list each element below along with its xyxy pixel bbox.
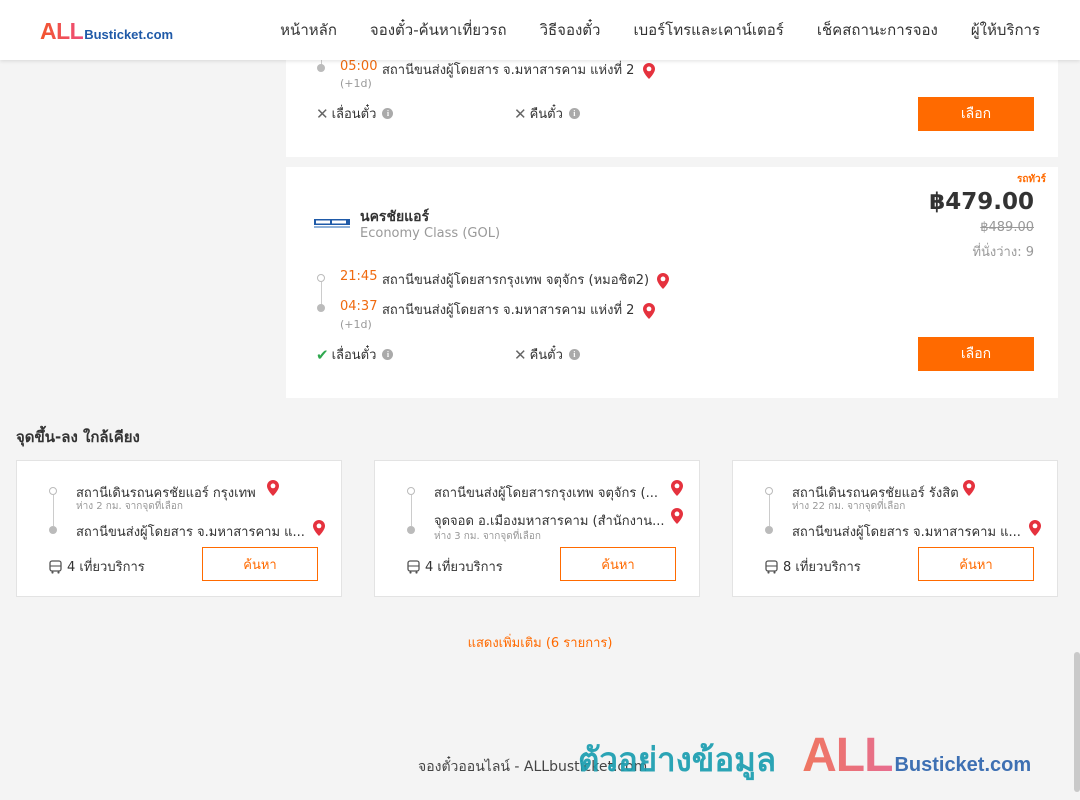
map-pin-icon[interactable] bbox=[671, 508, 683, 524]
nearby-origin-distance: ห่าง 22 กม. จากจุดที่เลือก bbox=[792, 501, 906, 512]
nearby-origin: สถานีขนส่งผู้โดยสารกรุงเทพ จตุจักร (... bbox=[434, 486, 658, 501]
reschedule-label: เลื่อนตั๋ว bbox=[331, 348, 377, 363]
watermark-logo-all: ALL bbox=[802, 729, 893, 782]
top-header: ALL Busticket.com หน้าหลัก จองตั๋ว-ค้นหา… bbox=[0, 0, 1080, 60]
nav-home[interactable]: หน้าหลัก bbox=[280, 18, 337, 42]
price: ฿479.00 bbox=[929, 189, 1034, 215]
arrival-time: 04:37 bbox=[340, 299, 378, 314]
check-icon: ✔ bbox=[316, 345, 329, 364]
nav-book-search[interactable]: จองตั๋ว-ค้นหาเที่ยวรถ bbox=[370, 18, 507, 42]
destination-dot bbox=[49, 526, 57, 534]
nearby-card: สถานีขนส่งผู้โดยสารกรุงเทพ จตุจักร (... … bbox=[374, 460, 700, 597]
timeline-line bbox=[53, 495, 54, 526]
bus-type-badge: รถทัวร์ bbox=[1016, 174, 1046, 185]
page-scrollbar-thumb[interactable] bbox=[1074, 652, 1080, 792]
map-pin-icon[interactable] bbox=[642, 302, 655, 319]
bus-icon bbox=[765, 559, 778, 574]
nearby-destination: สถานีขนส่งผู้โดยสาร จ.มหาสารคาม แ... bbox=[76, 525, 305, 540]
timeline-line bbox=[321, 282, 322, 305]
logo-rest-text: Busticket.com bbox=[84, 27, 174, 42]
trip-count-label: 4 เที่ยวบริการ bbox=[67, 560, 145, 575]
reschedule-option: ✕ เลื่อนตั๋ว i bbox=[316, 103, 394, 124]
info-icon[interactable]: i bbox=[382, 349, 394, 360]
nav-how-to-book[interactable]: วิธีจองตั๋ว bbox=[540, 18, 601, 42]
bus-class: Economy Class (GOL) bbox=[360, 226, 501, 241]
info-icon[interactable]: i bbox=[568, 349, 580, 360]
operator-name: นครชัยแอร์ bbox=[360, 209, 430, 225]
original-price: ฿489.00 bbox=[980, 220, 1034, 235]
bus-icon bbox=[407, 559, 420, 574]
departure-time: 21:45 bbox=[340, 269, 378, 284]
refund-option: ✕ คืนตั๋ว i bbox=[514, 344, 580, 365]
map-pin-icon[interactable] bbox=[267, 480, 279, 496]
arrival-time: 05:00 bbox=[340, 59, 378, 74]
arrival-stop-label: สถานีขนส่งผู้โดยสาร จ.มหาสารคาม แห่งที่ … bbox=[382, 63, 635, 78]
nav-check-booking[interactable]: เช็คสถานะการจอง bbox=[817, 18, 938, 42]
arrival-plus-day: (+1d) bbox=[340, 77, 372, 90]
select-button[interactable]: เลือก bbox=[918, 337, 1034, 371]
arrival-stop-label: สถานีขนส่งผู้โดยสาร จ.มหาสารคาม แห่งที่ … bbox=[382, 303, 635, 318]
destination-dot bbox=[765, 526, 773, 534]
search-button[interactable]: ค้นหา bbox=[202, 547, 318, 581]
show-more-link[interactable]: แสดงเพิ่มเติม (6 รายการ) bbox=[0, 632, 1080, 653]
refund-label: คืนตั๋ว bbox=[529, 107, 563, 122]
cross-icon: ✕ bbox=[316, 104, 329, 123]
trip-count: 4 เที่ยวบริการ bbox=[49, 556, 145, 577]
bus-icon bbox=[49, 559, 62, 574]
map-pin-icon[interactable] bbox=[313, 520, 325, 536]
search-button[interactable]: ค้นหา bbox=[918, 547, 1034, 581]
trip-count: 8 เที่ยวบริการ bbox=[765, 556, 861, 577]
nav-operators[interactable]: ผู้ให้บริการ bbox=[971, 18, 1040, 42]
main-nav: หน้าหลัก จองตั๋ว-ค้นหาเที่ยวรถ วิธีจองตั… bbox=[280, 0, 1040, 60]
origin-dot bbox=[765, 487, 773, 495]
footer-text: จองตั๋วออนไลน์ - ALLbusticket.com bbox=[418, 759, 648, 775]
timeline-line bbox=[411, 495, 412, 526]
nearby-origin-distance: ห่าง 2 กม. จากจุดที่เลือก bbox=[76, 501, 183, 512]
logo-all-text: ALL bbox=[40, 18, 84, 44]
map-pin-icon[interactable] bbox=[642, 62, 655, 79]
nearby-card: สถานีเดินรถนครชัยแอร์ กรุงเทพ ห่าง 2 กม.… bbox=[16, 460, 342, 597]
nearby-destination-distance: ห่าง 3 กม. จากจุดที่เลือก bbox=[434, 531, 541, 542]
origin-dot bbox=[407, 487, 415, 495]
reschedule-option: ✔ เลื่อนตั๋ว i bbox=[316, 344, 394, 365]
map-pin-icon[interactable] bbox=[657, 272, 670, 289]
map-pin-icon[interactable] bbox=[671, 480, 683, 496]
nearby-destination: สถานีขนส่งผู้โดยสาร จ.มหาสารคาม แ... bbox=[792, 525, 1021, 540]
arrival-plus-day: (+1d) bbox=[340, 318, 372, 331]
nearby-destination: จุดจอด อ.เมืองมหาสารคาม (สำนักงาน... bbox=[434, 514, 665, 529]
trip-count-label: 4 เที่ยวบริการ bbox=[425, 560, 503, 575]
origin-dot bbox=[49, 487, 57, 495]
trip-count-label: 8 เที่ยวบริการ bbox=[783, 560, 861, 575]
info-icon[interactable]: i bbox=[568, 108, 580, 119]
select-button[interactable]: เลือก bbox=[918, 97, 1034, 131]
arrival-stop[interactable]: สถานีขนส่งผู้โดยสาร จ.มหาสารคาม แห่งที่ … bbox=[382, 299, 655, 320]
cross-icon: ✕ bbox=[514, 345, 527, 364]
map-pin-icon[interactable] bbox=[963, 480, 975, 496]
departure-stop[interactable]: สถานีขนส่งผู้โดยสารกรุงเทพ จตุจักร (หมอช… bbox=[382, 269, 670, 290]
info-icon[interactable]: i bbox=[382, 108, 394, 119]
timeline-line bbox=[769, 495, 770, 526]
nearby-card: สถานีเดินรถนครชัยแอร์ รังสิต ห่าง 22 กม.… bbox=[732, 460, 1058, 597]
arrival-dot bbox=[317, 64, 325, 72]
watermark-logo-rest: Busticket.com bbox=[894, 754, 1032, 776]
site-logo[interactable]: ALL Busticket.com bbox=[40, 18, 173, 45]
departure-dot bbox=[317, 274, 325, 282]
nearby-section-title: จุดขึ้น-ลง ใกล้เคียง bbox=[16, 428, 140, 446]
refund-label: คืนตั๋ว bbox=[529, 348, 563, 363]
map-pin-icon[interactable] bbox=[1029, 520, 1041, 536]
operator-logo bbox=[314, 219, 350, 228]
reschedule-label: เลื่อนตั๋ว bbox=[331, 107, 377, 122]
trip-count: 4 เที่ยวบริการ bbox=[407, 556, 503, 577]
trip-card: รถทัวร์ นครชัยแอร์ Economy Class (GOL) ฿… bbox=[286, 167, 1058, 398]
seats-available: ที่นั่งว่าง: 9 bbox=[972, 245, 1034, 260]
refund-option: ✕ คืนตั๋ว i bbox=[514, 103, 580, 124]
arrival-stop[interactable]: สถานีขนส่งผู้โดยสาร จ.มหาสารคาม แห่งที่ … bbox=[382, 59, 655, 80]
nav-phone-counters[interactable]: เบอร์โทรและเคาน์เตอร์ bbox=[633, 18, 783, 42]
destination-dot bbox=[407, 526, 415, 534]
cross-icon: ✕ bbox=[514, 104, 527, 123]
departure-stop-label: สถานีขนส่งผู้โดยสารกรุงเทพ จตุจักร (หมอช… bbox=[382, 273, 650, 288]
arrival-dot bbox=[317, 304, 325, 312]
search-button[interactable]: ค้นหา bbox=[560, 547, 676, 581]
